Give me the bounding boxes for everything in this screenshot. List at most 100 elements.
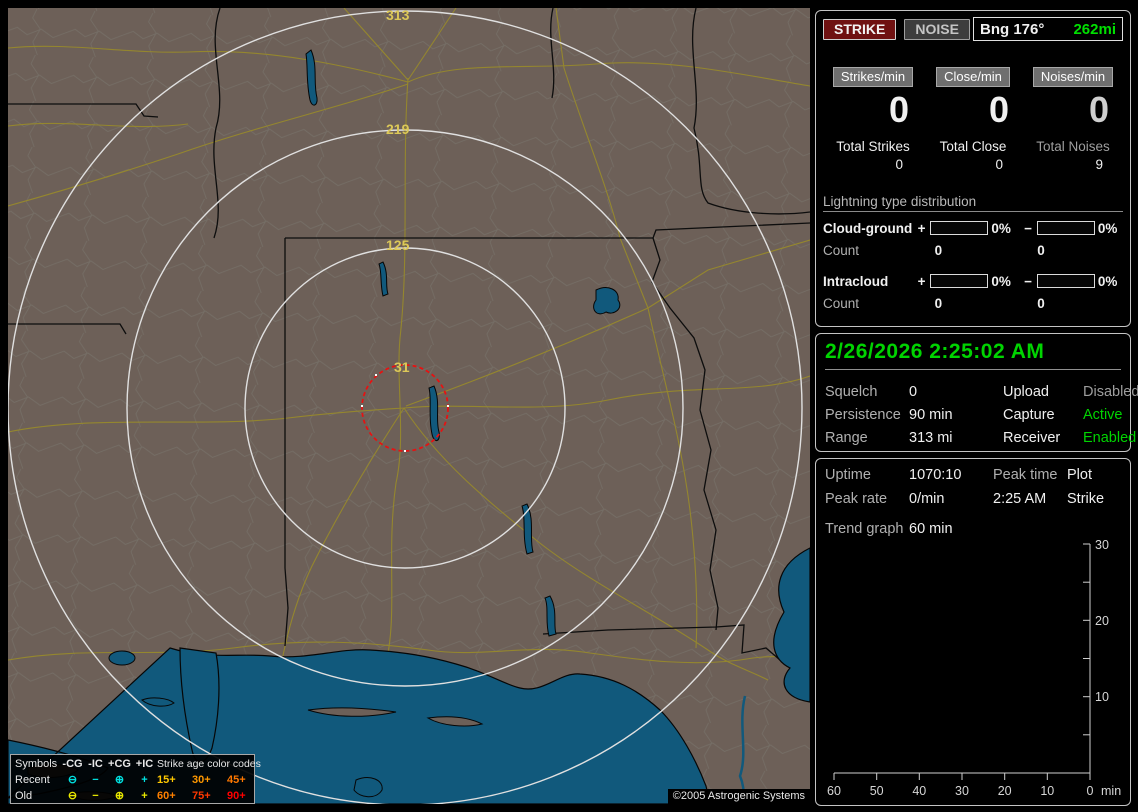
total-noises-label: Total Noises (1036, 138, 1110, 154)
peak-rate-value: 0/min (909, 491, 945, 507)
old-neg-ic-icon: − (92, 789, 99, 802)
legend-col-pos-ic: +IC (135, 757, 154, 770)
uptime-label: Uptime (825, 467, 871, 483)
ytick-20: 20 (1095, 614, 1109, 628)
age-15: 15+ (157, 773, 176, 786)
count-label: Count (823, 295, 860, 311)
uptime-value: 1070:10 (909, 467, 962, 483)
ring-label-31: 31 (394, 359, 410, 375)
bearing-label: Bng 176° (980, 20, 1045, 38)
cg-plus-count: 0 (934, 242, 943, 258)
status-panel: 2/26/2026 2:25:02 AM Squelch 0 Upload Di… (815, 333, 1138, 452)
legend-symbols-header: Symbols (15, 757, 58, 770)
noises-per-min-button[interactable]: Noises/min (1032, 67, 1114, 87)
total-noises-value: 9 (1095, 156, 1103, 172)
xtick-20: 20 (998, 784, 1012, 798)
copyright-label: ©2005 Astrogenic Systems (667, 789, 810, 804)
receiver-status: Enabled (1083, 430, 1137, 446)
minus-sign: − (1024, 273, 1032, 289)
ytick-30: 30 (1095, 539, 1109, 552)
intracloud-label: Intracloud (823, 273, 889, 289)
xtick-30: 30 (955, 784, 969, 798)
xtick-60: 60 (827, 784, 841, 798)
persistence-label: Persistence (825, 407, 901, 423)
count-label: Count (823, 242, 860, 258)
peak-rate-label: Peak rate (825, 491, 888, 507)
ic-minus-bar (1036, 274, 1095, 289)
cg-minus-pct: 0% (1097, 220, 1118, 236)
receiver-label: Receiver (1003, 430, 1061, 446)
cloud-ground-row: Cloud-ground + 0% − 0% (823, 221, 1123, 236)
age-60: 60+ (157, 789, 176, 802)
old-pos-ic-icon: + (141, 789, 148, 802)
cg-plus-pct: 0% (991, 220, 1011, 236)
strikes-per-min-button[interactable]: Strikes/min (832, 67, 914, 87)
plot-type-value: Strike (1067, 491, 1105, 507)
map-canvas: 313 219 125 31 (8, 8, 810, 804)
strikes-per-min-value: 0 (888, 89, 909, 130)
noises-per-min-value: 0 (1088, 89, 1109, 130)
legend-col-neg-cg: -CG (62, 757, 83, 770)
ic-plus-pct: 0% (991, 273, 1011, 289)
squelch-value: 0 (909, 384, 918, 400)
x-unit-label: min (1101, 784, 1121, 798)
age-45: 45+ (227, 773, 246, 786)
bearing-distance: 262mi (1073, 20, 1116, 38)
upload-label: Upload (1003, 384, 1049, 400)
recent-neg-cg-icon: ⊖ (67, 773, 78, 786)
ic-plus-bar (930, 274, 989, 289)
capture-status: Active (1083, 407, 1123, 423)
close-per-min-button[interactable]: Close/min (936, 67, 1010, 87)
ic-plus-count: 0 (934, 295, 943, 311)
datetime-display: 2/26/2026 2:25:02 AM (825, 340, 1121, 370)
symbols-legend: Symbols -CG -IC +CG +IC Strike age color… (10, 754, 261, 804)
recent-neg-ic-icon: − (92, 773, 99, 786)
close-per-min-value: 0 (988, 89, 1009, 130)
plot-label: Plot (1067, 467, 1092, 483)
old-pos-cg-icon: ⊕ (114, 789, 125, 802)
plus-sign: + (917, 273, 926, 289)
old-neg-cg-icon: ⊖ (67, 789, 78, 802)
legend-col-pos-cg: +CG (108, 757, 131, 770)
legend-age-header: Strike age color codes (157, 757, 261, 770)
total-strikes-value: 0 (895, 156, 903, 172)
intracloud-count-row: Count 0 0 (823, 296, 1123, 311)
capture-label: Capture (1003, 407, 1055, 423)
persistence-value: 90 min (909, 407, 953, 423)
plus-sign: + (917, 220, 926, 236)
intracloud-row: Intracloud + 0% − 0% (823, 274, 1123, 289)
recent-pos-cg-icon: ⊕ (114, 773, 125, 786)
xtick-50: 50 (870, 784, 884, 798)
strike-counters-panel: STRIKE NOISE Bng 176° 262mi Strikes/min … (815, 10, 1131, 327)
xtick-10: 10 (1040, 784, 1054, 798)
peak-time-label: Peak time (993, 467, 1058, 483)
cg-minus-bar (1036, 221, 1095, 236)
trend-graph-label: Trend graph (825, 521, 904, 537)
legend-row-recent-label: Recent (15, 773, 50, 786)
age-30: 30+ (192, 773, 211, 786)
ic-minus-count: 0 (1037, 295, 1045, 311)
trend-panel: Uptime 1070:10 Peak time Plot Peak rate … (815, 458, 1131, 806)
strike-button[interactable]: STRIKE (823, 18, 897, 40)
ring-label-125: 125 (386, 237, 410, 253)
cg-minus-count: 0 (1037, 242, 1045, 258)
legend-row-old-label: Old (15, 789, 33, 802)
peak-time-value: 2:25 AM (993, 491, 1047, 507)
cloud-ground-label: Cloud-ground (823, 220, 913, 236)
recent-pos-ic-icon: + (141, 773, 148, 786)
map-display[interactable]: 313 219 125 31 Symbols -CG -IC +CG +IC S… (8, 8, 810, 804)
legend-col-neg-ic: -IC (88, 757, 103, 770)
range-label: Range (825, 430, 868, 446)
bearing-display: Bng 176° 262mi (973, 17, 1123, 41)
minus-sign: − (1024, 220, 1032, 236)
ring-label-313: 313 (386, 8, 410, 23)
ic-minus-pct: 0% (1097, 273, 1118, 289)
age-90: 90+ (227, 789, 246, 802)
xtick-0: 0 (1087, 784, 1094, 798)
xtick-40: 40 (912, 784, 926, 798)
ring-label-219: 219 (386, 121, 410, 137)
total-close-value: 0 (995, 156, 1003, 172)
distribution-title: Lightning type distribution (823, 194, 1123, 212)
cg-plus-bar (930, 221, 989, 236)
noise-button[interactable]: NOISE (904, 18, 970, 40)
